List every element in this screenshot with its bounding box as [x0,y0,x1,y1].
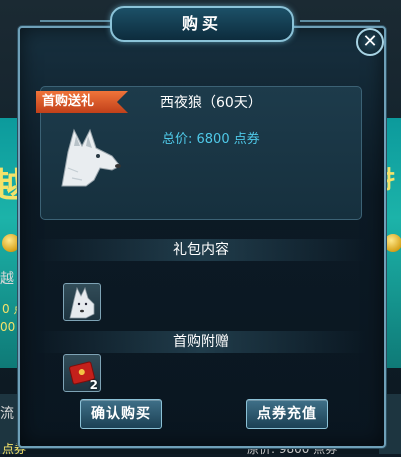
background-price-left-2: 00 [0,320,16,334]
first-purchase-ribbon: 首购送礼 [36,91,128,113]
bonus-item-slot[interactable]: 2 [63,354,101,392]
title-decoration-right [300,20,380,22]
white-wolf-icon [61,128,121,187]
background-label-left: 越 [0,271,14,287]
background-label-bottom-left: 流 [0,406,14,422]
section-first-purchase-bonus: 首购附赠 [36,331,366,353]
coin-icon-right [384,234,401,252]
close-button[interactable]: ✕ [356,28,384,56]
dialog-title: 购买 [110,6,294,42]
recharge-button[interactable]: 点券充值 [246,399,328,429]
title-decoration-left [40,20,120,22]
total-price: 总价: 6800 点券 [162,132,260,147]
confirm-purchase-button[interactable]: 确认购买 [80,399,162,429]
section-gift-content: 礼包内容 [36,239,366,261]
bonus-item-count: 2 [89,378,98,392]
item-name: 西夜狼（60天） [160,95,262,111]
wolf-icon [69,286,95,319]
gift-item-slot[interactable] [63,283,101,321]
